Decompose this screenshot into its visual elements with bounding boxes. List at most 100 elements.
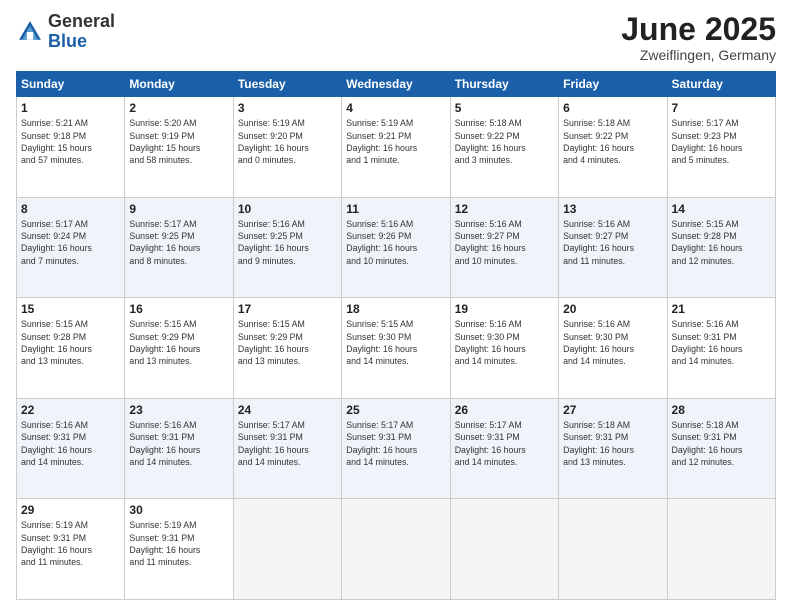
calendar-header-row: Sunday Monday Tuesday Wednesday Thursday… [17,72,776,97]
day-number: 9 [129,202,228,216]
day-info: Sunrise: 5:16 AM Sunset: 9:25 PM Dayligh… [238,218,337,267]
table-row: 21Sunrise: 5:16 AM Sunset: 9:31 PM Dayli… [667,298,775,399]
table-row: 13Sunrise: 5:16 AM Sunset: 9:27 PM Dayli… [559,197,667,298]
day-info: Sunrise: 5:15 AM Sunset: 9:30 PM Dayligh… [346,318,445,367]
day-number: 6 [563,101,662,115]
day-number: 1 [21,101,120,115]
calendar-subtitle: Zweiflingen, Germany [621,47,776,63]
table-row: 16 Sunrise: 5:15 AM Sunset: 9:29 PM Dayli… [125,298,233,399]
day-info: Sunrise: 5:17 AM Sunset: 9:23 PM Dayligh… [672,117,771,166]
table-row [450,499,558,600]
table-row: 26 Sunrise: 5:17 AM Sunset: 9:31 PM Dayli… [450,398,558,499]
table-row: 18 Sunrise: 5:15 AM Sunset: 9:30 PM Dayli… [342,298,450,399]
day-info: Sunrise: 5:19 AM Sunset: 9:31 PM Dayligh… [21,519,120,568]
day-info: Sunrise: 5:16 AM Sunset: 9:26 PM Dayligh… [346,218,445,267]
day-number: 11 [346,202,445,216]
col-sunday: Sunday [17,72,125,97]
table-row: 19Sunrise: 5:16 AM Sunset: 9:30 PM Dayli… [450,298,558,399]
calendar-week-row: 15 Sunrise: 5:15 AM Sunset: 9:28 PM Dayli… [17,298,776,399]
day-number: 14 [672,202,771,216]
day-info: Sunrise: 5:18 AM Sunset: 9:31 PM Dayligh… [672,419,771,468]
day-info: Sunrise: 5:19 AM Sunset: 9:31 PM Dayligh… [129,519,228,568]
day-info: Sunrise: 5:17 AM Sunset: 9:31 PM Dayligh… [346,419,445,468]
header: General Blue June 2025 Zweiflingen, Germ… [16,12,776,63]
day-info: Sunrise: 5:15 AM Sunset: 9:29 PM Dayligh… [129,318,228,367]
table-row: 12 Sunrise: 5:16 AM Sunset: 9:27 PM Dayli… [450,197,558,298]
table-row: 4 Sunrise: 5:19 AM Sunset: 9:21 PM Daylig… [342,97,450,198]
table-row: 22 Sunrise: 5:16 AM Sunset: 9:31 PM Dayli… [17,398,125,499]
col-saturday: Saturday [667,72,775,97]
table-row: 3 Sunrise: 5:19 AM Sunset: 9:20 PM Daylig… [233,97,341,198]
day-number: 12 [455,202,554,216]
logo: General Blue [16,12,115,52]
day-number: 8 [21,202,120,216]
table-row: 9 Sunrise: 5:17 AM Sunset: 9:25 PM Daylig… [125,197,233,298]
table-row: 10 Sunrise: 5:16 AM Sunset: 9:25 PM Dayli… [233,197,341,298]
day-number: 29 [21,503,120,517]
day-info: Sunrise: 5:19 AM Sunset: 9:21 PM Dayligh… [346,117,445,166]
col-thursday: Thursday [450,72,558,97]
day-number: 23 [129,403,228,417]
day-info: Sunrise: 5:18 AM Sunset: 9:31 PM Dayligh… [563,419,662,468]
day-info: Sunrise: 5:17 AM Sunset: 9:25 PM Dayligh… [129,218,228,267]
table-row [559,499,667,600]
table-row: 15 Sunrise: 5:15 AM Sunset: 9:28 PM Dayli… [17,298,125,399]
day-number: 26 [455,403,554,417]
day-number: 15 [21,302,120,316]
calendar-week-row: 8 Sunrise: 5:17 AM Sunset: 9:24 PM Daylig… [17,197,776,298]
logo-blue: Blue [48,31,87,51]
col-tuesday: Tuesday [233,72,341,97]
table-row: 14 Sunrise: 5:15 AM Sunset: 9:28 PM Dayli… [667,197,775,298]
day-number: 17 [238,302,337,316]
day-number: 5 [455,101,554,115]
table-row [667,499,775,600]
table-row: 30Sunrise: 5:19 AM Sunset: 9:31 PM Dayli… [125,499,233,600]
day-info: Sunrise: 5:17 AM Sunset: 9:31 PM Dayligh… [238,419,337,468]
calendar-title: June 2025 [621,12,776,47]
calendar-week-row: 29 Sunrise: 5:19 AM Sunset: 9:31 PM Dayli… [17,499,776,600]
table-row [233,499,341,600]
logo-text: General Blue [48,12,115,52]
day-info: Sunrise: 5:18 AM Sunset: 9:22 PM Dayligh… [563,117,662,166]
col-wednesday: Wednesday [342,72,450,97]
day-info: Sunrise: 5:19 AM Sunset: 9:20 PM Dayligh… [238,117,337,166]
day-number: 21 [672,302,771,316]
day-info: Sunrise: 5:15 AM Sunset: 9:28 PM Dayligh… [21,318,120,367]
day-info: Sunrise: 5:15 AM Sunset: 9:29 PM Dayligh… [238,318,337,367]
day-number: 20 [563,302,662,316]
day-number: 10 [238,202,337,216]
day-number: 7 [672,101,771,115]
table-row [342,499,450,600]
table-row: 17 Sunrise: 5:15 AM Sunset: 9:29 PM Dayli… [233,298,341,399]
day-number: 2 [129,101,228,115]
col-monday: Monday [125,72,233,97]
day-info: Sunrise: 5:16 AM Sunset: 9:31 PM Dayligh… [129,419,228,468]
table-row: 28 Sunrise: 5:18 AM Sunset: 9:31 PM Dayli… [667,398,775,499]
day-info: Sunrise: 5:18 AM Sunset: 9:22 PM Dayligh… [455,117,554,166]
table-row: 20Sunrise: 5:16 AM Sunset: 9:30 PM Dayli… [559,298,667,399]
table-row: 11 Sunrise: 5:16 AM Sunset: 9:26 PM Dayli… [342,197,450,298]
day-number: 25 [346,403,445,417]
day-number: 13 [563,202,662,216]
table-row: 27Sunrise: 5:18 AM Sunset: 9:31 PM Dayli… [559,398,667,499]
day-number: 3 [238,101,337,115]
table-row: 24Sunrise: 5:17 AM Sunset: 9:31 PM Dayli… [233,398,341,499]
day-number: 22 [21,403,120,417]
day-info: Sunrise: 5:15 AM Sunset: 9:28 PM Dayligh… [672,218,771,267]
day-info: Sunrise: 5:17 AM Sunset: 9:31 PM Dayligh… [455,419,554,468]
day-number: 4 [346,101,445,115]
table-row: 8 Sunrise: 5:17 AM Sunset: 9:24 PM Daylig… [17,197,125,298]
col-friday: Friday [559,72,667,97]
table-row: 7 Sunrise: 5:17 AM Sunset: 9:23 PM Daylig… [667,97,775,198]
table-row: 2Sunrise: 5:20 AM Sunset: 9:19 PM Daylig… [125,97,233,198]
title-block: June 2025 Zweiflingen, Germany [621,12,776,63]
day-info: Sunrise: 5:21 AM Sunset: 9:18 PM Dayligh… [21,117,120,166]
day-number: 28 [672,403,771,417]
day-number: 18 [346,302,445,316]
calendar-week-row: 22 Sunrise: 5:16 AM Sunset: 9:31 PM Dayli… [17,398,776,499]
calendar-week-row: 1 Sunrise: 5:21 AM Sunset: 9:18 PM Daylig… [17,97,776,198]
day-number: 16 [129,302,228,316]
day-info: Sunrise: 5:16 AM Sunset: 9:31 PM Dayligh… [21,419,120,468]
day-info: Sunrise: 5:16 AM Sunset: 9:27 PM Dayligh… [455,218,554,267]
day-info: Sunrise: 5:17 AM Sunset: 9:24 PM Dayligh… [21,218,120,267]
